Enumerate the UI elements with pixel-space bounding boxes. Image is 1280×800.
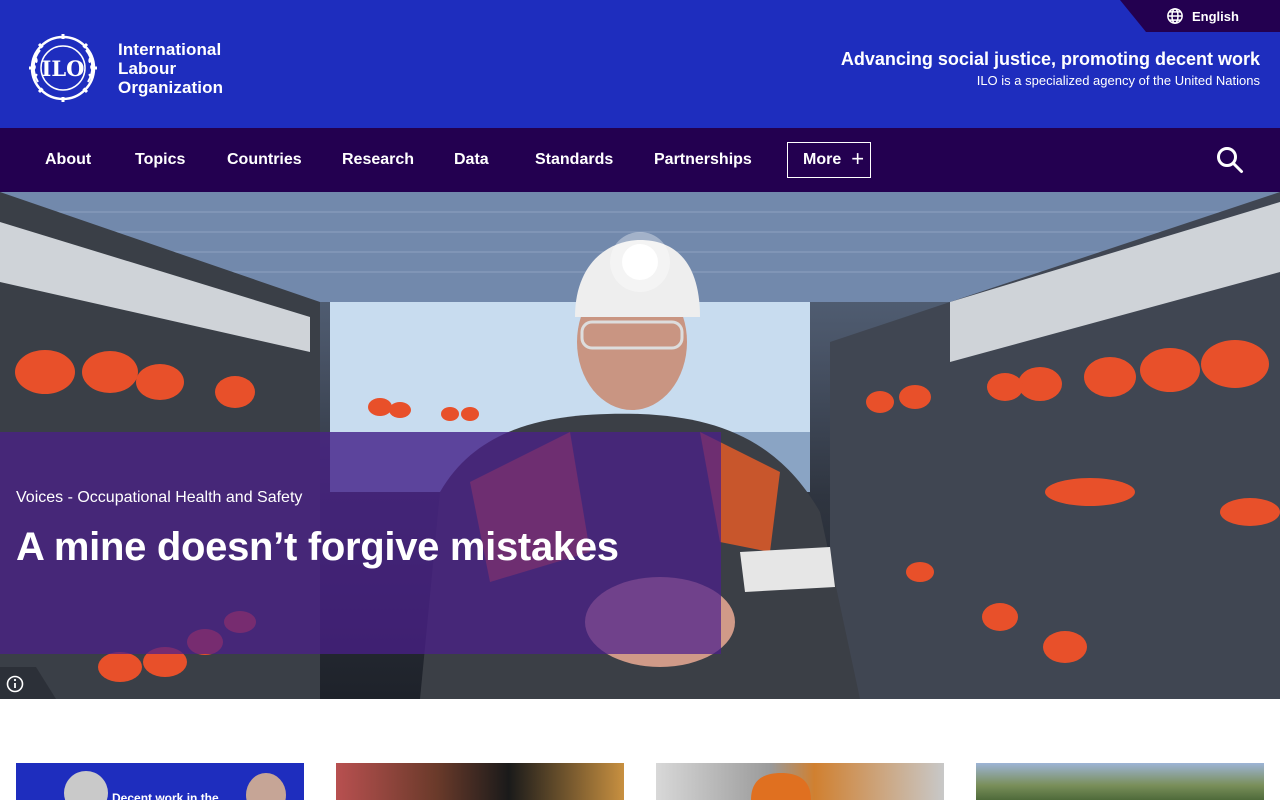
tagline-main: Advancing social justice, promoting dece…: [840, 49, 1260, 69]
site-tagline: Advancing social justice, promoting dece…: [841, 48, 1260, 90]
news-card[interactable]: [656, 763, 944, 800]
nav-item-research[interactable]: Research: [342, 128, 414, 192]
nav-item-about[interactable]: About: [45, 128, 91, 192]
search-icon[interactable]: [1216, 146, 1244, 174]
main-navigation: About Topics Countries Research Data Sta…: [0, 128, 1280, 192]
card-caption: Decent work in the: [112, 791, 219, 800]
more-menu-button[interactable]: More +: [787, 142, 871, 178]
nav-item-countries[interactable]: Countries: [227, 128, 302, 192]
ilo-emblem-logo: ILO: [29, 34, 97, 102]
language-label: English: [1192, 8, 1239, 24]
nav-item-data[interactable]: Data: [454, 128, 489, 192]
org-name-line: International: [118, 39, 222, 59]
hero-category[interactable]: Voices - Occupational Health and Safety: [16, 489, 302, 507]
globe-icon: [1167, 8, 1183, 24]
site-header: English ILO International Labour Organiz…: [0, 0, 1280, 128]
org-name-line: Labour: [118, 58, 177, 78]
tagline-sub: ILO is a specialized agency of the Unite…: [976, 73, 1260, 88]
plus-icon: +: [851, 146, 865, 171]
news-card[interactable]: [976, 763, 1264, 800]
org-name: International Labour Organization: [118, 40, 223, 97]
hero-banner[interactable]: Voices - Occupational Health and Safety …: [0, 192, 1280, 699]
nav-item-standards[interactable]: Standards: [535, 128, 613, 192]
news-card[interactable]: Decent work in the: [16, 763, 304, 800]
info-icon[interactable]: [0, 667, 56, 699]
org-name-line: Organization: [118, 77, 224, 97]
nav-item-topics[interactable]: Topics: [135, 128, 185, 192]
nav-item-partnerships[interactable]: Partnerships: [654, 128, 752, 192]
hero-headline[interactable]: A mine doesn’t forgive mistakes: [16, 525, 619, 570]
language-selector[interactable]: English: [1120, 0, 1280, 32]
card-image: [751, 773, 811, 800]
ilo-logo-link[interactable]: ILO International Labour Organization: [20, 32, 223, 104]
ilo-emblem-text: ILO: [42, 56, 85, 81]
more-label: More: [803, 151, 842, 168]
news-card[interactable]: [336, 763, 624, 800]
